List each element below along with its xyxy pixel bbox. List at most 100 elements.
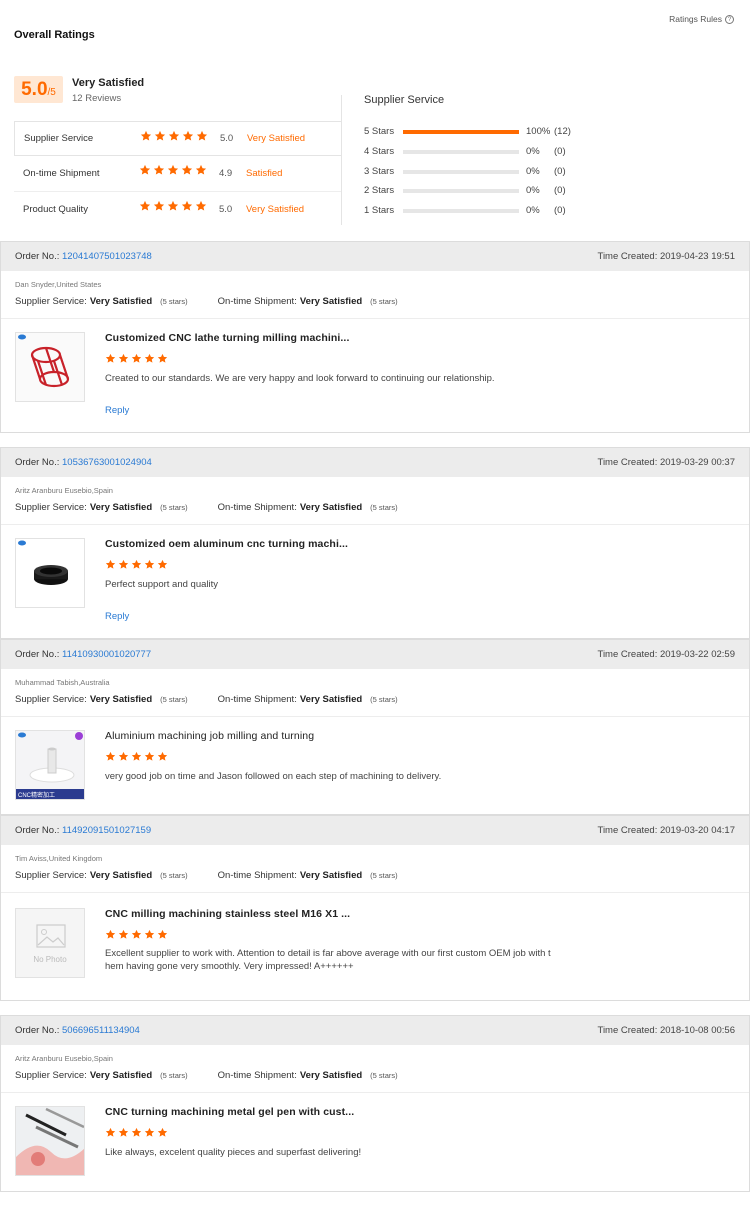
product-title[interactable]: CNC milling machining stainless steel M1… — [105, 908, 350, 920]
criterion-supplier-service[interactable]: Supplier Service 5.0 Very Satisfied — [14, 121, 341, 156]
shipment-value: Very Satisfied — [299, 694, 363, 705]
reply-button[interactable]: Reply — [105, 611, 129, 622]
distribution-label: 4 Stars — [364, 146, 395, 157]
star-icon — [157, 1127, 168, 1138]
distribution-percent: 0% — [526, 185, 540, 196]
time-value: 2019-04-23 19:51 — [659, 251, 735, 262]
overall-summary: Very Satisfied — [72, 77, 145, 89]
ratings-rules-label[interactable]: Ratings Rules — [669, 14, 722, 24]
shipment-value: Very Satisfied — [299, 870, 363, 881]
review-count: 12 Reviews — [72, 93, 122, 104]
time-label: Time Created: — [597, 649, 658, 660]
order-number: Order No.: 11410930001020777 — [15, 649, 151, 660]
order-number-link[interactable]: 11410930001020777 — [62, 649, 151, 660]
criterion-name[interactable]: On-time Shipment — [23, 168, 100, 179]
product-thumbnail[interactable]: CNC精密加工 — [15, 730, 85, 800]
order-number-link[interactable]: 506696511134904 — [62, 1025, 140, 1036]
order-number-link[interactable]: 12041407501023748 — [62, 251, 152, 262]
star-icon — [131, 353, 142, 364]
review-text: Like always, excelent quality pieces and… — [105, 1147, 362, 1158]
distribution-row: 4 Stars 0% (0) — [364, 146, 584, 158]
supplier-service-label: Supplier Service: — [15, 502, 87, 513]
review-card: Order No.: 11492091501027159 Time Create… — [0, 815, 750, 1001]
order-label: Order No.: — [15, 1025, 60, 1036]
criterion-ontime-shipment[interactable]: On-time Shipment 4.9 Satisfied — [14, 156, 341, 191]
distribution-count: (0) — [554, 166, 566, 177]
time-created: Time Created: 2019-04-23 19:51 — [598, 251, 736, 262]
thumbnail-banner-text: CNC精密加工 — [18, 793, 55, 799]
star-icon — [140, 130, 152, 142]
order-number-link[interactable]: 10536763001024904 — [62, 457, 152, 468]
overall-score-badge: 5.0 /5 — [14, 76, 63, 103]
star-icon — [167, 200, 179, 212]
shipment-label: On-time Shipment: — [217, 296, 297, 307]
product-title[interactable]: Aluminium machining job milling and turn… — [105, 730, 314, 742]
supplier-service-label: Supplier Service: — [15, 694, 87, 705]
product-title[interactable]: CNC turning machining metal gel pen with… — [105, 1106, 354, 1118]
time-label: Time Created: — [597, 457, 658, 468]
review-header: Order No.: 11410930001020777 Time Create… — [1, 640, 749, 669]
review-text: Excellent supplier to work with. Attenti… — [105, 948, 551, 972]
order-number-link[interactable]: 11492091501027159 — [62, 825, 151, 836]
distribution-percent: 0% — [526, 205, 540, 216]
review-stars — [105, 1127, 168, 1138]
criterion-name[interactable]: Supplier Service — [24, 133, 93, 144]
star-icon — [118, 559, 129, 570]
time-label: Time Created: — [597, 1025, 658, 1036]
overall-score: 5.0 — [21, 79, 48, 100]
criterion-word: Very Satisfied — [246, 204, 305, 215]
order-number: Order No.: 506696511134904 — [15, 1025, 140, 1036]
star-icon — [118, 353, 129, 364]
supplier-service-stars: (5 stars) — [160, 695, 188, 704]
product-thumbnail[interactable] — [15, 332, 85, 402]
overall-score-max: /5 — [47, 87, 56, 98]
star-icon — [144, 751, 155, 762]
review-ratings: Supplier Service: Very Satisfied (5 stars)… — [15, 694, 398, 705]
shipment-label: On-time Shipment: — [217, 502, 297, 513]
product-title[interactable]: Customized CNC lathe turning milling mac… — [105, 332, 349, 344]
reply-button[interactable]: Reply — [105, 405, 129, 416]
distribution-bar — [403, 189, 519, 193]
overall-ratings-title: Overall Ratings — [14, 29, 95, 41]
review-ratings: Supplier Service: Very Satisfied (5 stars)… — [15, 870, 398, 881]
divider — [1, 892, 749, 893]
star-icon — [181, 200, 193, 212]
product-title[interactable]: Customized oem aluminum cnc turning mach… — [105, 538, 348, 550]
distribution-title: Supplier Service — [364, 94, 445, 106]
star-icon — [131, 1127, 142, 1138]
distribution-row: 2 Stars 0% (0) — [364, 185, 584, 197]
product-thumbnail[interactable] — [15, 1106, 85, 1176]
star-icon — [144, 559, 155, 570]
product-thumbnail[interactable]: No Photo — [15, 908, 85, 978]
shipment-label: On-time Shipment: — [217, 694, 297, 705]
star-icon — [144, 1127, 155, 1138]
distribution-percent: 100% — [526, 126, 551, 137]
star-icon — [105, 1127, 116, 1138]
star-icon — [131, 929, 142, 940]
product-thumbnail[interactable] — [15, 538, 85, 608]
criterion-word: Satisfied — [246, 168, 283, 179]
star-icon — [105, 353, 116, 364]
divider — [1, 1092, 749, 1093]
distribution-row: 3 Stars 0% (0) — [364, 166, 584, 178]
criterion-product-quality[interactable]: Product Quality 5.0 Very Satisfied — [14, 192, 341, 227]
order-number: Order No.: 10536763001024904 — [15, 457, 152, 468]
review-card: Order No.: 506696511134904 Time Created:… — [0, 1015, 750, 1192]
review-text: Created to our standards. We are very ha… — [105, 373, 495, 384]
buyer-name: Muhammad Tabish,Australia — [15, 678, 110, 687]
distribution-count: (0) — [554, 146, 566, 157]
star-icon — [157, 353, 168, 364]
supplier-service-value: Very Satisfied — [89, 1070, 153, 1081]
supplier-service-stars: (5 stars) — [160, 503, 188, 512]
ratings-rules-link[interactable]: Ratings Rules ? — [669, 14, 734, 24]
star-icon — [139, 164, 151, 176]
star-icon — [182, 130, 194, 142]
criterion-name[interactable]: Product Quality — [23, 204, 88, 215]
time-label: Time Created: — [597, 825, 658, 836]
star-icon — [144, 353, 155, 364]
star-icon — [118, 1127, 129, 1138]
help-icon[interactable]: ? — [725, 14, 734, 24]
time-value: 2018-10-08 00:56 — [659, 1025, 735, 1036]
no-photo-icon — [36, 924, 66, 948]
review-header: Order No.: 12041407501023748 Time Create… — [1, 242, 749, 271]
